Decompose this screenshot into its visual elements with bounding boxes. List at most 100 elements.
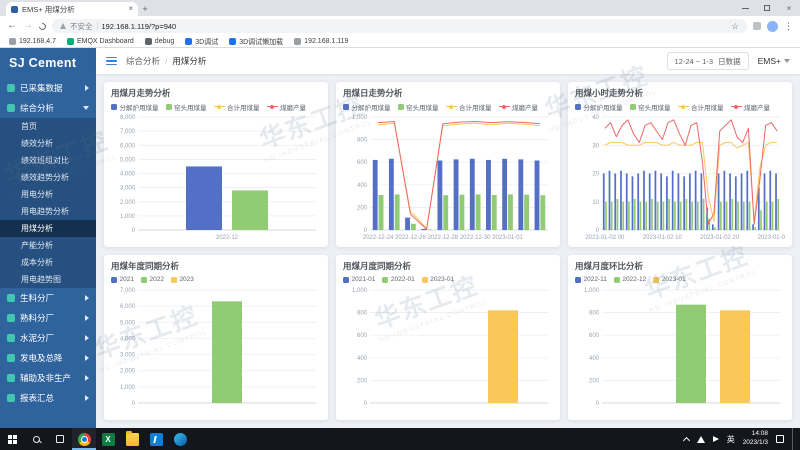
tab-close-icon[interactable]: × xyxy=(128,5,133,13)
legend-item-0[interactable]: 2021 xyxy=(111,276,134,283)
back-icon[interactable]: ← xyxy=(7,21,17,31)
svg-text:1,000: 1,000 xyxy=(120,214,136,220)
svg-text:800: 800 xyxy=(357,311,368,317)
chevron-right-icon xyxy=(85,355,89,361)
account-dropdown[interactable]: EMS+ xyxy=(758,56,790,66)
sidebar-group-1[interactable]: 综合分析 xyxy=(0,98,96,118)
sidebar-group-2[interactable]: 生料分厂 xyxy=(0,288,96,308)
legend-item-1[interactable]: 2022 xyxy=(141,276,164,283)
sidebar-item-4[interactable]: 用电分析 xyxy=(0,186,96,203)
svg-text:1,000: 1,000 xyxy=(352,115,368,121)
action-center-icon[interactable] xyxy=(776,435,784,443)
legend-item-3[interactable]: 煤磨产量 xyxy=(731,102,771,112)
taskbar-explorer-button[interactable] xyxy=(120,428,144,450)
legend-item-2[interactable]: 2023-01 xyxy=(422,276,454,283)
svg-text:2023-01-03 06: 2023-01-03 06 xyxy=(758,235,785,241)
sidebar-item-0[interactable]: 首页 xyxy=(0,118,96,135)
sidebar-item-1[interactable]: 绩效分析 xyxy=(0,135,96,152)
svg-text:800: 800 xyxy=(589,311,600,317)
sidebar-item-9[interactable]: 用电趋势图 xyxy=(0,271,96,288)
svg-text:4,000: 4,000 xyxy=(120,172,136,178)
bookmark-star-icon[interactable]: ☆ xyxy=(731,21,739,32)
sidebar-item-8[interactable]: 成本分析 xyxy=(0,254,96,271)
svg-text:2,000: 2,000 xyxy=(120,200,136,206)
reload-icon[interactable] xyxy=(38,21,48,31)
chart-title: 用煤月走势分析 xyxy=(111,87,321,102)
bookmark-item-4[interactable]: 3D调试懒加载 xyxy=(229,37,283,47)
taskbar-chrome-button[interactable] xyxy=(72,428,96,450)
not-secure-icon[interactable] xyxy=(60,23,66,29)
extensions-icon[interactable] xyxy=(753,22,761,30)
sidebar-group-6[interactable]: 辅助及非生产 xyxy=(0,368,96,388)
browser-menu-icon[interactable]: ⋮ xyxy=(784,21,793,32)
minimize-button[interactable] xyxy=(734,0,756,16)
legend-item-1[interactable]: 2022-12 xyxy=(614,276,646,283)
chevron-right-icon xyxy=(85,375,89,381)
svg-text:2023-01-02 00: 2023-01-02 00 xyxy=(585,235,625,241)
legend-item-0[interactable]: 分解炉用煤量 xyxy=(575,102,623,112)
sidebar-group-3[interactable]: 熟料分厂 xyxy=(0,308,96,328)
taskbar-vscode-button[interactable] xyxy=(144,428,168,450)
legend-item-3[interactable]: 煤磨产量 xyxy=(499,102,539,112)
chart-legend: 2022-11 2022-12 2023-01 xyxy=(575,275,785,284)
legend-item-1[interactable]: 2022-01 xyxy=(382,276,414,283)
task-view-button[interactable] xyxy=(48,428,72,450)
browser-tab[interactable]: EMS+ 用煤分析 × xyxy=(6,2,138,16)
ime-indicator[interactable]: 英 xyxy=(727,434,735,445)
sidebar-group-7[interactable]: 报表汇总 xyxy=(0,388,96,408)
taskbar-edge-button[interactable] xyxy=(168,428,192,450)
start-button[interactable] xyxy=(0,428,24,450)
sidebar-item-3[interactable]: 绩效趋势分析 xyxy=(0,169,96,186)
taskbar-search-button[interactable] xyxy=(24,428,48,450)
sidebar-group-4[interactable]: 水泥分厂 xyxy=(0,328,96,348)
svg-text:2023-01-01: 2023-01-01 xyxy=(492,235,523,241)
legend-item-2[interactable]: 2023 xyxy=(171,276,194,283)
vscode-icon xyxy=(150,433,163,446)
legend-item-0[interactable]: 2021-01 xyxy=(343,276,375,283)
legend-item-2[interactable]: 合计用煤量 xyxy=(214,102,260,112)
legend-item-0[interactable]: 2022-11 xyxy=(575,276,607,283)
bookmark-item-5[interactable]: 192.168.1.119 xyxy=(294,38,348,45)
date-range-picker[interactable]: 12-24 ~ 1-3 日数据 xyxy=(667,52,749,70)
breadcrumb-parent[interactable]: 综合分析 xyxy=(126,55,160,67)
address-bar[interactable]: 不安全 192.168.1.119/?p=940 ☆ xyxy=(52,19,747,33)
taskbar-clock[interactable]: 14:08 2023/1/3 xyxy=(743,430,768,448)
new-tab-button[interactable]: + xyxy=(138,3,152,15)
legend-bar-icon xyxy=(398,104,404,110)
maximize-button[interactable] xyxy=(756,0,778,16)
show-desktop-button[interactable] xyxy=(792,428,796,450)
chart-title: 用煤月度环比分析 xyxy=(575,260,785,275)
bookmark-item-0[interactable]: 192.168.4.7 xyxy=(9,38,56,45)
bookmark-item-3[interactable]: 3D调试 xyxy=(185,37,218,47)
sidebar-item-2[interactable]: 绩效班组对比 xyxy=(0,152,96,169)
legend-item-3[interactable]: 煤磨产量 xyxy=(267,102,307,112)
svg-text:0: 0 xyxy=(364,401,368,407)
profile-avatar[interactable] xyxy=(767,21,778,32)
sidebar-item-6[interactable]: 用煤分析 xyxy=(0,220,96,237)
forward-icon[interactable]: → xyxy=(23,21,33,31)
legend-item-1[interactable]: 窑头用煤量 xyxy=(398,102,439,112)
legend-item-2[interactable]: 2023-01 xyxy=(653,276,685,283)
legend-item-2[interactable]: 合计用煤量 xyxy=(678,102,724,112)
sidebar-item-5[interactable]: 用电趋势分析 xyxy=(0,203,96,220)
close-button[interactable]: × xyxy=(778,0,800,16)
sidebar-group-5[interactable]: 发电及总降 xyxy=(0,348,96,368)
svg-text:400: 400 xyxy=(357,356,368,362)
legend-item-0[interactable]: 分解炉用煤量 xyxy=(343,102,391,112)
legend-item-2[interactable]: 合计用煤量 xyxy=(446,102,492,112)
legend-item-0[interactable]: 分解炉用煤量 xyxy=(111,102,159,112)
network-icon[interactable] xyxy=(697,436,705,443)
taskbar-excel-button[interactable] xyxy=(96,428,120,450)
app-logo: SJ Cement xyxy=(0,48,96,78)
chrome-icon xyxy=(78,433,91,446)
hamburger-icon[interactable] xyxy=(106,57,117,66)
legend-item-1[interactable]: 窑头用煤量 xyxy=(630,102,671,112)
legend-item-1[interactable]: 窑头用煤量 xyxy=(166,102,207,112)
volume-icon[interactable] xyxy=(713,436,719,442)
sidebar-item-7[interactable]: 产能分析 xyxy=(0,237,96,254)
bookmark-item-1[interactable]: EMQX Dashboard xyxy=(67,38,134,45)
svg-text:200: 200 xyxy=(357,205,368,211)
sidebar-group-0[interactable]: 已采集数据 xyxy=(0,78,96,98)
tray-expand-icon[interactable] xyxy=(683,436,690,443)
bookmark-item-2[interactable]: debug xyxy=(145,38,174,45)
